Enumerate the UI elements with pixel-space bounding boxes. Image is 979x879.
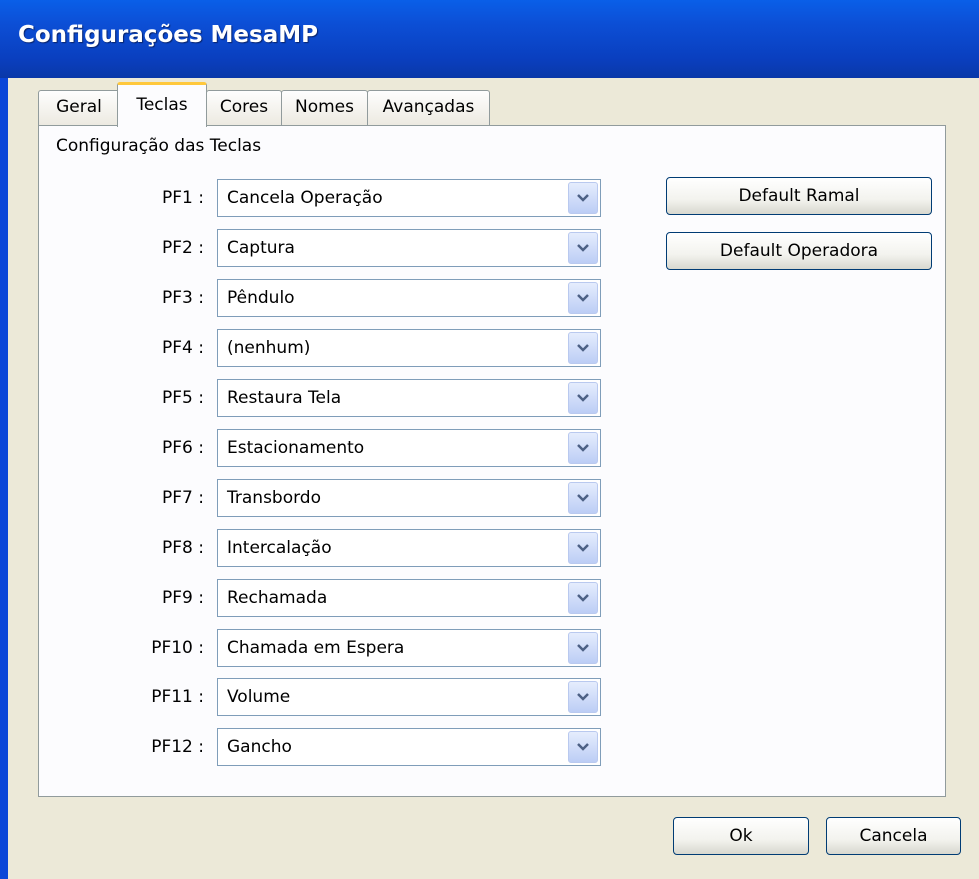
pf12-select-value: Gancho bbox=[227, 737, 292, 757]
key-label-pf3: PF3 : bbox=[162, 288, 204, 308]
pf3-select[interactable]: Pêndulo bbox=[217, 279, 601, 317]
group-label: Configuração das Teclas bbox=[56, 136, 262, 156]
tab-geral[interactable]: Geral bbox=[38, 90, 120, 126]
key-label-pf9: PF9 : bbox=[162, 588, 204, 608]
pf2-select-value: Captura bbox=[227, 238, 295, 258]
chevron-down-icon[interactable] bbox=[568, 482, 598, 514]
key-label-pf1: PF1 : bbox=[162, 188, 204, 208]
key-label-pf5: PF5 : bbox=[162, 388, 204, 408]
chevron-down-icon[interactable] bbox=[568, 332, 598, 364]
pf7-select-value: Transbordo bbox=[227, 488, 321, 508]
tab-avancadas[interactable]: Avançadas bbox=[367, 90, 490, 126]
chevron-down-icon[interactable] bbox=[568, 232, 598, 264]
pf6-select[interactable]: Estacionamento bbox=[217, 429, 601, 467]
tab-nomes[interactable]: Nomes bbox=[281, 90, 368, 126]
pf5-select-value: Restaura Tela bbox=[227, 388, 342, 408]
chevron-down-icon[interactable] bbox=[568, 731, 598, 763]
tab-teclas[interactable]: Teclas bbox=[117, 82, 207, 127]
chevron-down-icon[interactable] bbox=[568, 532, 598, 564]
pf11-select[interactable]: Volume bbox=[217, 678, 601, 716]
title-bar[interactable]: Configurações MesaMP bbox=[0, 0, 979, 78]
ok-button[interactable]: Ok bbox=[673, 817, 809, 855]
pf8-select[interactable]: Intercalação bbox=[217, 529, 601, 567]
tab-cores[interactable]: Cores bbox=[206, 90, 282, 126]
key-label-pf11: PF11 : bbox=[151, 687, 204, 707]
default-ramal-button[interactable]: Default Ramal bbox=[666, 177, 932, 215]
chevron-down-icon[interactable] bbox=[568, 282, 598, 314]
pf6-select-value: Estacionamento bbox=[227, 438, 365, 458]
key-label-pf12: PF12 : bbox=[151, 737, 204, 757]
chevron-down-icon[interactable] bbox=[568, 182, 598, 214]
key-label-pf8: PF8 : bbox=[162, 538, 204, 558]
chevron-down-icon[interactable] bbox=[568, 432, 598, 464]
pf1-select[interactable]: Cancela Operação bbox=[217, 179, 601, 217]
chevron-down-icon[interactable] bbox=[568, 632, 598, 664]
tab-panel-teclas: Configuração das Teclas PF1 : Cancela Op… bbox=[38, 125, 946, 797]
pf9-select-value: Rechamada bbox=[227, 588, 328, 608]
pf1-select-value: Cancela Operação bbox=[227, 188, 383, 208]
window-title: Configurações MesaMP bbox=[18, 22, 318, 48]
default-operadora-button[interactable]: Default Operadora bbox=[666, 232, 932, 270]
chevron-down-icon[interactable] bbox=[568, 382, 598, 414]
pf4-select[interactable]: (nenhum) bbox=[217, 329, 601, 367]
pf10-select-value: Chamada em Espera bbox=[227, 638, 405, 658]
pf9-select[interactable]: Rechamada bbox=[217, 579, 601, 617]
key-label-pf2: PF2 : bbox=[162, 238, 204, 258]
pf11-select-value: Volume bbox=[227, 687, 291, 707]
window-frame-left bbox=[0, 78, 8, 879]
pf4-select-value: (nenhum) bbox=[227, 338, 311, 358]
pf12-select[interactable]: Gancho bbox=[217, 728, 601, 766]
pf8-select-value: Intercalação bbox=[227, 538, 332, 558]
key-label-pf6: PF6 : bbox=[162, 438, 204, 458]
pf7-select[interactable]: Transbordo bbox=[217, 479, 601, 517]
key-label-pf10: PF10 : bbox=[151, 638, 204, 658]
chevron-down-icon[interactable] bbox=[568, 681, 598, 713]
pf10-select[interactable]: Chamada em Espera bbox=[217, 629, 601, 667]
pf5-select[interactable]: Restaura Tela bbox=[217, 379, 601, 417]
key-label-pf7: PF7 : bbox=[162, 488, 204, 508]
cancel-button[interactable]: Cancela bbox=[826, 817, 961, 855]
pf2-select[interactable]: Captura bbox=[217, 229, 601, 267]
chevron-down-icon[interactable] bbox=[568, 582, 598, 614]
key-label-pf4: PF4 : bbox=[162, 338, 204, 358]
pf3-select-value: Pêndulo bbox=[227, 288, 295, 308]
